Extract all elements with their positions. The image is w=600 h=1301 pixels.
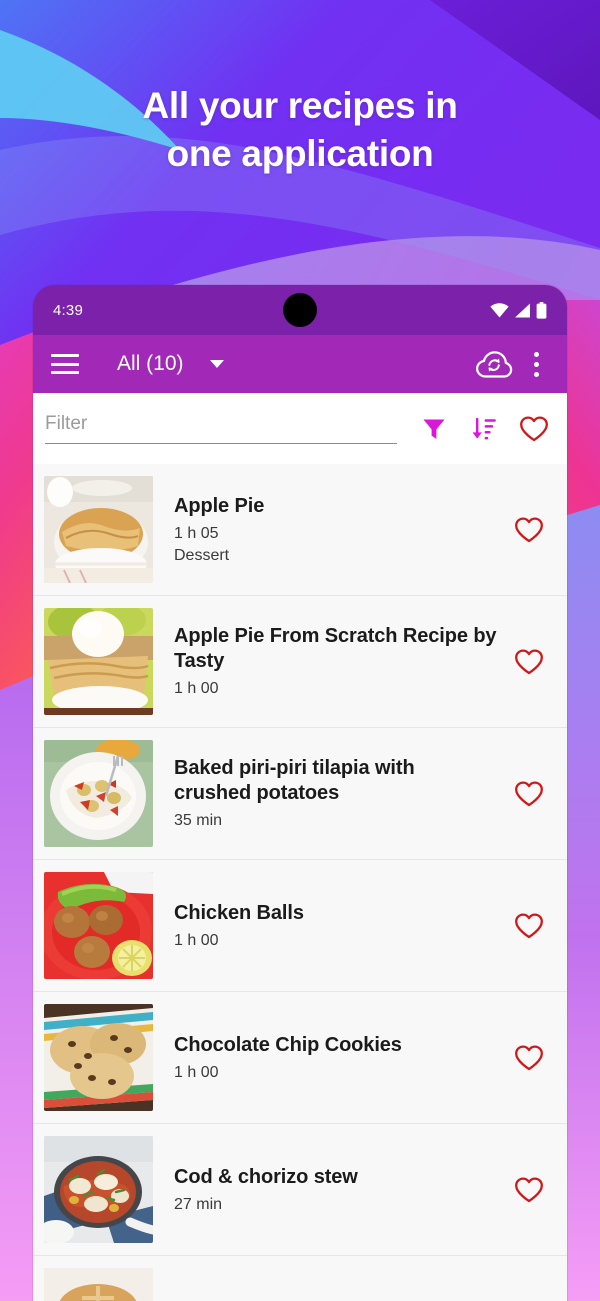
- chevron-down-icon[interactable]: [209, 360, 224, 368]
- filter-input[interactable]: [45, 413, 397, 435]
- overflow-menu-icon[interactable]: [523, 347, 549, 381]
- filter-input-wrapper: [45, 413, 397, 444]
- battery-icon: [536, 301, 547, 319]
- recipe-time: 1 h 00: [174, 1063, 219, 1081]
- recipe-category: Dessert: [174, 546, 230, 564]
- favorite-heart-icon[interactable]: [507, 1176, 551, 1204]
- recipe-list-item[interactable]: Apple Pie 1 h 05 Dessert: [33, 464, 567, 596]
- promo-headline-line2: one application: [166, 133, 434, 174]
- recipe-title: Apple Pie: [174, 494, 265, 517]
- favorite-heart-icon[interactable]: [507, 780, 551, 808]
- recipe-item-text: Chocolate Chip Cookies 1 h 00: [153, 1033, 507, 1083]
- recipe-thumbnail-partial: [44, 1268, 153, 1301]
- recipe-time: 1 h 00: [174, 680, 219, 697]
- recipe-time: 1 h 05: [174, 524, 219, 542]
- recipe-list-item[interactable]: Chicken Balls 1 h 00: [33, 860, 567, 992]
- recipe-time: 1 h 00: [174, 931, 219, 949]
- favorites-filter-heart-icon[interactable]: [517, 412, 551, 446]
- recipe-item-text: Baked piri-piri tilapia with crushed pot…: [153, 756, 507, 831]
- favorite-heart-icon[interactable]: [507, 648, 551, 676]
- apple-pie-slice-photo: [44, 608, 153, 715]
- recipe-item-text: Apple Pie From Scratch Recipe by Tasty 1…: [153, 624, 507, 699]
- camera-notch: [283, 293, 317, 327]
- phone-mockup: 4:39 All (10) Filter Apple Pie 1 h 05 De…: [33, 285, 567, 1301]
- cloud-sync-icon[interactable]: [475, 345, 513, 383]
- recipe-list-item-partial[interactable]: [33, 1256, 567, 1301]
- favorite-heart-icon[interactable]: [507, 912, 551, 940]
- status-bar-icons: [490, 301, 547, 319]
- chocolate-chip-cookies-photo: [44, 1004, 153, 1111]
- recipe-title: Chicken Balls: [174, 901, 304, 924]
- chicken-balls-photo: [44, 872, 153, 979]
- funnel-filter-icon[interactable]: [417, 412, 451, 446]
- recipe-list-item[interactable]: Baked piri-piri tilapia with crushed pot…: [33, 728, 567, 860]
- recipe-item-text: Cod & chorizo stew 27 min: [153, 1165, 507, 1215]
- recipe-title: Baked piri-piri tilapia with crushed pot…: [174, 757, 415, 804]
- recipe-title: Chocolate Chip Cookies: [174, 1033, 402, 1056]
- recipe-item-text: Apple Pie 1 h 05 Dessert: [153, 494, 507, 566]
- recipe-title: Cod & chorizo stew: [174, 1165, 358, 1188]
- recipe-list-item[interactable]: Chocolate Chip Cookies 1 h 00: [33, 992, 567, 1124]
- recipe-time: 35 min: [174, 812, 223, 829]
- sort-descending-icon[interactable]: [467, 412, 501, 446]
- recipe-item-text: Chicken Balls 1 h 00: [153, 901, 507, 951]
- recipe-title: Apple Pie From Scratch Recipe by Tasty: [174, 625, 497, 672]
- recipe-time: 27 min: [174, 1195, 223, 1213]
- recipe-list-item[interactable]: Cod & chorizo stew 27 min: [33, 1124, 567, 1256]
- filter-bar: [33, 393, 567, 464]
- tilapia-potatoes-photo: [44, 740, 153, 847]
- app-bar-title[interactable]: All (10): [117, 352, 184, 376]
- status-bar-clock: 4:39: [53, 301, 83, 319]
- status-bar: 4:39: [33, 285, 567, 335]
- favorite-heart-icon[interactable]: [507, 1044, 551, 1072]
- apple-pie-photo: [44, 476, 153, 583]
- cod-chorizo-stew-photo: [44, 1136, 153, 1243]
- filter-bar-actions: [417, 412, 555, 446]
- favorite-heart-icon[interactable]: [507, 516, 551, 544]
- wifi-icon: [490, 302, 509, 318]
- app-bar: All (10): [33, 335, 567, 393]
- cellular-signal-icon: [514, 303, 531, 318]
- recipe-list-item[interactable]: Apple Pie From Scratch Recipe by Tasty 1…: [33, 596, 567, 728]
- recipe-list[interactable]: Apple Pie 1 h 05 Dessert Apple Pie From …: [33, 464, 567, 1301]
- promo-headline-line1: All your recipes in: [142, 85, 458, 126]
- hamburger-menu-icon[interactable]: [51, 354, 79, 374]
- promo-headline: All your recipes in one application: [0, 82, 600, 178]
